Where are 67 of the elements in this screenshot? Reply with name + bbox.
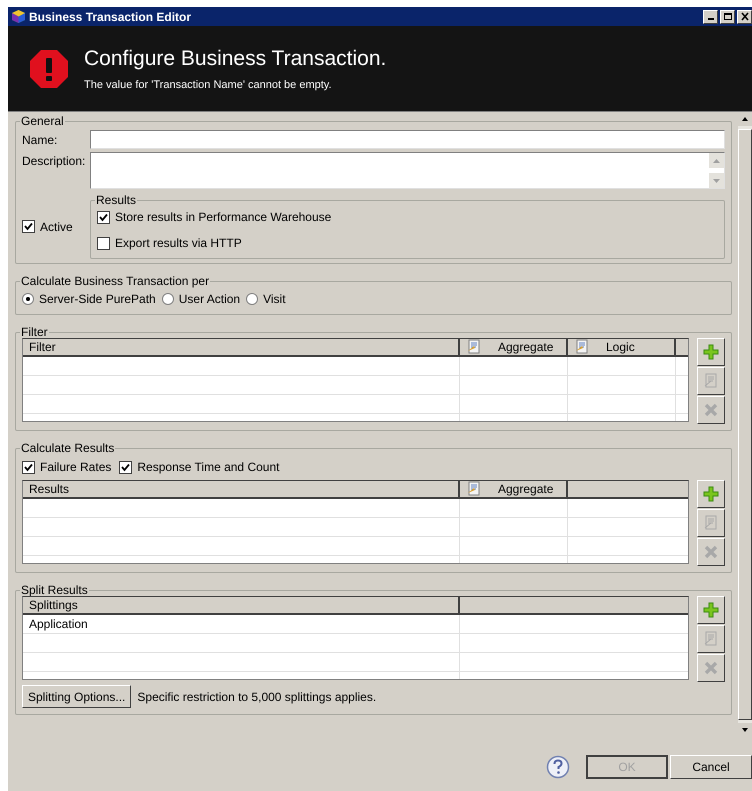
note-text: Specific restriction to 5,000 splittings applies.: [137, 688, 376, 706]
field-label: Name:: [22, 132, 58, 148]
description-field[interactable]: [90, 152, 725, 189]
splitting-options-button[interactable]: Splitting Options...: [22, 685, 132, 708]
add-button[interactable]: [697, 338, 725, 366]
cross-icon: [703, 544, 719, 560]
app-logo-icon: [11, 9, 26, 24]
cross-icon: [703, 660, 719, 676]
scroll-down-icon: [709, 173, 724, 188]
column-header[interactable]: Aggregate: [460, 481, 568, 497]
add-button[interactable]: [697, 596, 725, 624]
column-title: Splittings: [29, 597, 78, 614]
maximize-icon: [722, 12, 732, 21]
group-label: Filter: [20, 326, 49, 338]
checkbox-label: Response Time and Count: [137, 459, 280, 476]
plus-icon: [703, 486, 719, 502]
plus-icon: [703, 344, 719, 360]
radio-label: Visit: [263, 291, 286, 308]
minimize-icon: [708, 18, 714, 20]
checkbox-label: Store results in Performance Warehouse: [115, 209, 332, 226]
add-button[interactable]: [697, 480, 725, 508]
column-header[interactable]: Logic: [568, 339, 676, 355]
error-icon: [29, 48, 69, 88]
column-header[interactable]: Results: [23, 481, 460, 497]
checkbox[interactable]: [97, 236, 110, 250]
help-icon: [546, 755, 570, 779]
checkbox-label: Failure Rates: [40, 459, 112, 476]
column-title: Logic: [606, 339, 635, 356]
close-icon: [740, 12, 750, 21]
column-header[interactable]: Filter: [23, 339, 460, 355]
table-cell-text: Application: [29, 616, 88, 633]
column-header[interactable]: Aggregate: [460, 339, 568, 355]
column-title: Aggregate: [498, 481, 554, 498]
document-icon: [703, 515, 719, 531]
checkbox[interactable]: [22, 460, 35, 474]
group-label: Results: [95, 194, 138, 206]
group-label: Calculate Business Transaction per: [20, 275, 210, 287]
column-title: Results: [29, 481, 70, 498]
plus-icon: [703, 602, 719, 618]
radio-button[interactable]: [22, 293, 34, 305]
name-field[interactable]: [90, 130, 725, 149]
radio-label: User Action: [178, 291, 240, 308]
field-label: Description:: [22, 153, 86, 170]
checkbox[interactable]: [22, 220, 35, 233]
dialog-button[interactable]: Cancel: [670, 755, 752, 779]
column-title: Aggregate: [498, 339, 554, 356]
radio-button[interactable]: [246, 293, 258, 305]
header-title: Configure Business Transaction.: [84, 47, 386, 72]
checkbox[interactable]: [119, 460, 132, 474]
minimize-button[interactable]: [703, 10, 718, 24]
group-label: General: [20, 115, 65, 127]
cross-icon: [703, 402, 719, 418]
checkbox[interactable]: [97, 210, 110, 224]
scroll-up-icon: [709, 153, 724, 168]
window-title: Business Transaction Editor: [29, 8, 192, 26]
column-title: Filter: [29, 339, 56, 356]
group-label: Split Results: [20, 584, 89, 596]
checkbox-label: Export results via HTTP: [115, 235, 242, 252]
radio-label: Server-Side PurePath: [39, 291, 156, 308]
maximize-button[interactable]: [720, 10, 735, 24]
group-label: Calculate Results: [20, 442, 116, 454]
error-message: The value for 'Transaction Name' cannot be empty.: [84, 78, 333, 94]
radio-button[interactable]: [162, 293, 174, 305]
checkbox-label: Active: [40, 218, 73, 236]
close-button[interactable]: [737, 10, 752, 24]
document-icon: [703, 631, 719, 647]
document-icon: [703, 373, 719, 389]
